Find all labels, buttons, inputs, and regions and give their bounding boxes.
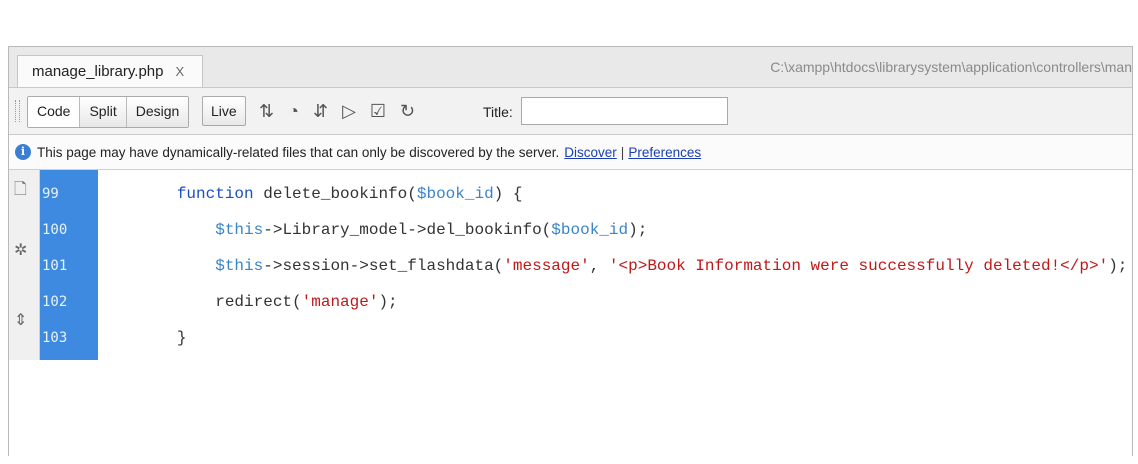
document-tab[interactable]: manage_library.php X: [17, 55, 204, 87]
refresh-icon[interactable]: ↻: [400, 98, 415, 124]
code-variable: $this: [215, 257, 264, 275]
view-switcher: Code Split Design: [27, 96, 190, 128]
live-view-button[interactable]: Live: [202, 96, 246, 126]
info-icon: i: [15, 144, 31, 160]
code-plain: ,: [589, 257, 609, 275]
code-line: 102 redirect('manage');: [40, 284, 1130, 320]
code-editor[interactable]: 🗋 ✲ ⇕ 99 function delete_bookinfo($book_…: [9, 170, 1132, 456]
toolbar-icons: ⇅ ◔ ⇵ ▷ ☑ ↻: [259, 98, 415, 124]
code-plain: );: [1108, 257, 1128, 275]
code-text: }: [100, 329, 187, 347]
code-variable: $this: [215, 221, 264, 239]
code-plain: redirect(: [215, 293, 302, 311]
code-string: 'manage': [301, 293, 379, 311]
code-line: 100 $this->Library_model->del_bookinfo($…: [40, 212, 1130, 248]
code-text: function delete_bookinfo($book_id) {: [100, 185, 523, 203]
code-text: $this->Library_model->del_bookinfo($book…: [100, 221, 647, 239]
code-plain: ->session->set_flashdata(: [263, 257, 504, 275]
code-plain: );: [628, 221, 648, 239]
preferences-link[interactable]: Preferences: [628, 145, 701, 160]
visual-aids-icon[interactable]: ▷: [342, 98, 356, 124]
info-separator: |: [620, 144, 625, 160]
code-line: 103 }: [40, 320, 1130, 356]
code-plain: delete_bookinfo(: [253, 185, 417, 203]
document-tab-bar: manage_library.php X C:\xampp\htdocs\lib…: [9, 47, 1132, 88]
discover-link[interactable]: Discover: [564, 145, 617, 160]
line-number: 100: [42, 222, 68, 238]
code-variable: $book_id: [551, 221, 629, 239]
line-number: 99: [42, 186, 59, 202]
code-lines: 99 function delete_bookinfo($book_id) { …: [40, 176, 1130, 356]
split-view-button[interactable]: Split: [80, 97, 127, 127]
code-string: '<p>Book Information were successfully d…: [608, 257, 1109, 275]
code-view-button[interactable]: Code: [28, 97, 81, 127]
document-tab-label: manage_library.php: [32, 62, 164, 80]
code-line: 101 $this->session->set_flashdata('messa…: [40, 248, 1130, 284]
code-text: redirect('manage');: [100, 293, 398, 311]
validate-icon[interactable]: ☑: [370, 98, 386, 124]
collapse-icon[interactable]: ✲: [14, 240, 27, 260]
code-keyword: function: [176, 185, 254, 203]
line-number: 103: [42, 330, 68, 346]
line-number: 102: [42, 294, 68, 310]
code-string: 'message': [503, 257, 590, 275]
file-management-icon[interactable]: ⇅: [259, 98, 274, 124]
code-plain: }: [176, 329, 187, 347]
line-number: 101: [42, 258, 68, 274]
top-margin: [0, 0, 1138, 46]
editor-window: manage_library.php X C:\xampp\htdocs\lib…: [8, 46, 1133, 456]
preview-browser-icon[interactable]: ◔: [288, 98, 299, 124]
document-toolbar: Code Split Design Live ⇅ ◔ ⇵ ▷ ☑ ↻ Title…: [9, 88, 1132, 135]
code-text: $this->session->set_flashdata('message',…: [100, 257, 1127, 275]
info-bar: i This page may have dynamically-related…: [9, 135, 1132, 170]
code-variable: $book_id: [416, 185, 494, 203]
code-plain: ) {: [493, 185, 523, 203]
code-line: 99 function delete_bookinfo($book_id) {: [40, 176, 1130, 212]
code-plain: ->Library_model->del_bookinfo(: [263, 221, 552, 239]
open-documents-icon[interactable]: 🗋: [14, 178, 27, 205]
expand-icon[interactable]: ⇕: [14, 310, 27, 330]
code-plain: );: [378, 293, 398, 311]
design-view-button[interactable]: Design: [126, 97, 189, 127]
close-icon[interactable]: X: [175, 57, 184, 87]
title-input[interactable]: [521, 97, 728, 125]
title-label: Title:: [483, 104, 513, 120]
info-message: This page may have dynamically-related f…: [37, 144, 560, 160]
toolbar-grip-icon[interactable]: [15, 100, 20, 122]
coding-toolbar: 🗋 ✲ ⇕: [9, 170, 40, 360]
file-path: C:\xampp\htdocs\librarysystem\applicatio…: [770, 59, 1132, 75]
debug-icon[interactable]: ⇵: [313, 98, 328, 124]
